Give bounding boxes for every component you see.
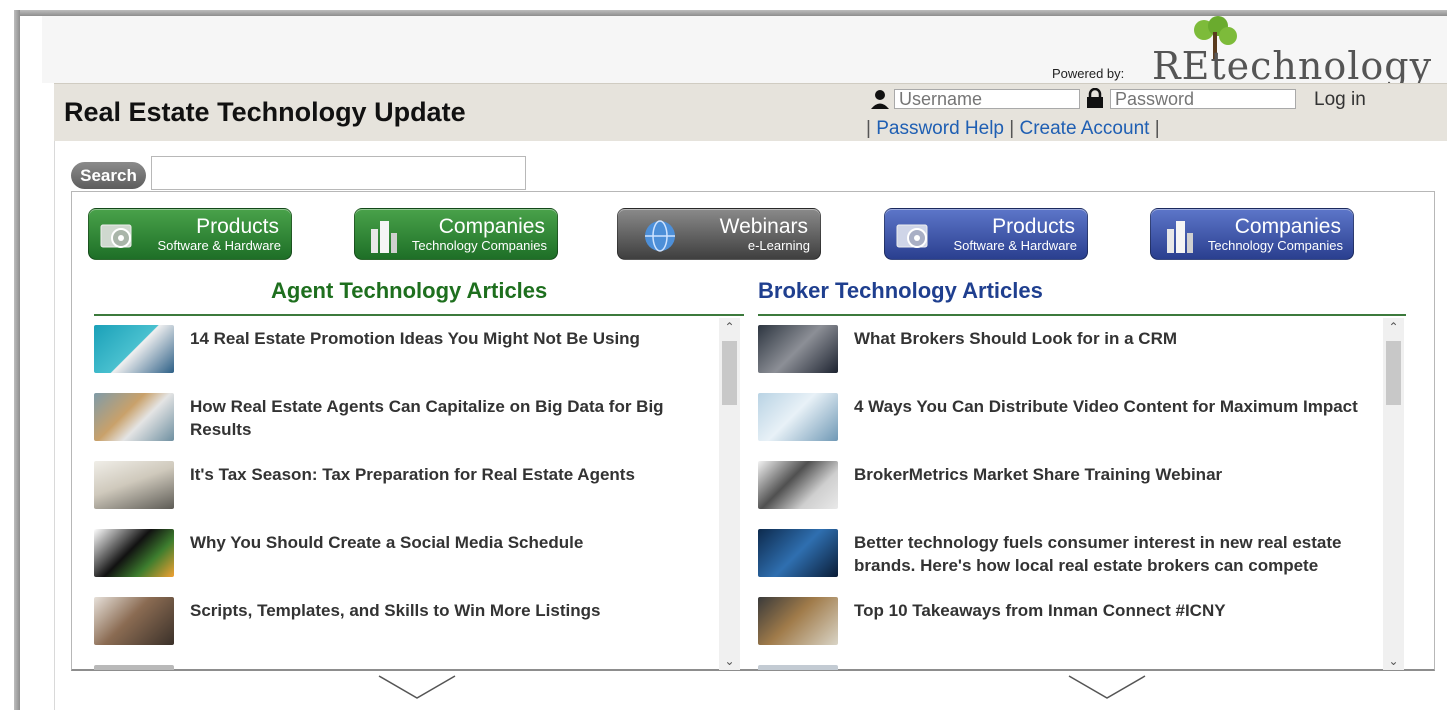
- article-title[interactable]: It's Tax Season: Tax Preparation for Rea…: [190, 463, 710, 486]
- list-item[interactable]: Better technology fuels consumer interes…: [758, 522, 1378, 582]
- scroll-down-icon[interactable]: ⌄: [1383, 652, 1404, 670]
- article-title[interactable]: 14 Real Estate Promotion Ideas You Might…: [190, 327, 710, 350]
- nav-button-subtitle: Software & Hardware: [157, 238, 281, 253]
- broker-articles-heading: Broker Technology Articles: [758, 278, 1043, 303]
- list-item[interactable]: [758, 658, 1378, 670]
- products-button-broker[interactable]: Products Software & Hardware: [884, 208, 1088, 260]
- article-title[interactable]: Better technology fuels consumer interes…: [854, 531, 1374, 577]
- article-thumbnail[interactable]: [758, 461, 838, 509]
- username-field[interactable]: [894, 89, 1080, 109]
- link-separator: |: [866, 118, 871, 139]
- broker-list-scrollbar[interactable]: ⌃ ⌄: [1383, 318, 1404, 670]
- search-button[interactable]: Search: [71, 162, 146, 189]
- create-account-link[interactable]: Create Account: [1020, 118, 1150, 139]
- article-thumbnail[interactable]: [94, 597, 174, 645]
- article-title[interactable]: 4 Ways You Can Distribute Video Content …: [854, 395, 1374, 418]
- nav-button-subtitle: Technology Companies: [1207, 238, 1343, 253]
- webinars-button[interactable]: Webinars e-Learning: [617, 208, 821, 260]
- nav-button-title: Webinars: [719, 215, 808, 238]
- companies-button-broker[interactable]: Companies Technology Companies: [1150, 208, 1354, 260]
- nav-button-title: Companies: [438, 215, 545, 238]
- globe-icon: [645, 220, 675, 252]
- article-thumbnail[interactable]: [94, 461, 174, 509]
- password-help-link[interactable]: Password Help: [876, 118, 1004, 139]
- list-item[interactable]: 4 Ways You Can Distribute Video Content …: [758, 386, 1378, 446]
- list-item[interactable]: How Real Estate Agents Can Capitalize on…: [94, 386, 714, 446]
- list-item[interactable]: [94, 658, 714, 670]
- nav-button-subtitle: Technology Companies: [411, 238, 547, 253]
- retechnology-logo[interactable]: REtechnology: [1152, 44, 1432, 88]
- list-item[interactable]: BrokerMetrics Market Share Training Webi…: [758, 454, 1378, 514]
- nav-button-title: Products: [992, 215, 1075, 238]
- gear-icon: [896, 224, 928, 248]
- search-input[interactable]: [151, 156, 526, 190]
- article-thumbnail[interactable]: [94, 393, 174, 441]
- article-title[interactable]: Why You Should Create a Social Media Sch…: [190, 531, 710, 554]
- article-thumbnail[interactable]: [758, 597, 838, 645]
- nav-button-title: Products: [196, 215, 279, 238]
- link-separator: |: [1009, 118, 1015, 139]
- scroll-up-icon[interactable]: ⌃: [719, 318, 740, 336]
- article-title[interactable]: Top 10 Takeaways from Inman Connect #ICN…: [854, 599, 1374, 622]
- article-thumbnail[interactable]: [94, 529, 174, 577]
- window-frame-left: [14, 10, 20, 710]
- lock-icon: [1087, 88, 1103, 108]
- broker-heading-divider: [758, 314, 1406, 316]
- nav-button-title: Companies: [1234, 215, 1341, 238]
- user-icon: [871, 90, 889, 109]
- nav-button-subtitle: e-Learning: [747, 238, 810, 253]
- products-button-agent[interactable]: Products Software & Hardware: [88, 208, 292, 260]
- broker-article-list: What Brokers Should Look for in a CRM 4 …: [758, 318, 1380, 670]
- article-title[interactable]: How Real Estate Agents Can Capitalize on…: [190, 395, 710, 441]
- expand-chevron-icon[interactable]: [1067, 674, 1147, 700]
- link-separator: |: [1154, 118, 1160, 139]
- page-title: Real Estate Technology Update: [64, 97, 466, 127]
- companies-button-agent[interactable]: Companies Technology Companies: [354, 208, 558, 260]
- scrollbar-thumb[interactable]: [1386, 341, 1401, 405]
- account-links: | Password Help | Create Account |: [866, 118, 1160, 140]
- list-item[interactable]: What Brokers Should Look for in a CRM: [758, 318, 1378, 378]
- powered-by-label: Powered by:: [1052, 66, 1125, 81]
- article-thumbnail[interactable]: [758, 393, 838, 441]
- article-thumbnail[interactable]: [94, 325, 174, 373]
- article-thumbnail[interactable]: [758, 665, 838, 670]
- nav-button-subtitle: Software & Hardware: [953, 238, 1077, 253]
- article-title[interactable]: Scripts, Templates, and Skills to Win Mo…: [190, 599, 710, 622]
- list-item[interactable]: 14 Real Estate Promotion Ideas You Might…: [94, 318, 714, 378]
- article-title[interactable]: BrokerMetrics Market Share Training Webi…: [854, 463, 1374, 486]
- list-item[interactable]: Top 10 Takeaways from Inman Connect #ICN…: [758, 590, 1378, 650]
- building-icon: [1167, 221, 1193, 253]
- article-thumbnail[interactable]: [94, 665, 174, 670]
- scrollbar-thumb[interactable]: [722, 341, 737, 405]
- expand-chevron-icon[interactable]: [377, 674, 457, 700]
- password-field[interactable]: [1110, 89, 1296, 109]
- agent-articles-heading: Agent Technology Articles: [271, 278, 548, 303]
- left-margin: [42, 83, 54, 710]
- agent-article-list: 14 Real Estate Promotion Ideas You Might…: [94, 318, 716, 670]
- gear-icon: [100, 224, 132, 248]
- article-thumbnail[interactable]: [758, 529, 838, 577]
- list-item[interactable]: It's Tax Season: Tax Preparation for Rea…: [94, 454, 714, 514]
- login-button[interactable]: Log in: [1314, 89, 1366, 111]
- building-icon: [371, 221, 397, 253]
- agent-heading-divider: [94, 314, 744, 316]
- article-title[interactable]: What Brokers Should Look for in a CRM: [854, 327, 1374, 350]
- scroll-down-icon[interactable]: ⌄: [719, 652, 740, 670]
- list-item[interactable]: Scripts, Templates, and Skills to Win Mo…: [94, 590, 714, 650]
- article-thumbnail[interactable]: [758, 325, 838, 373]
- agent-list-scrollbar[interactable]: ⌃ ⌄: [719, 318, 740, 670]
- scroll-up-icon[interactable]: ⌃: [1383, 318, 1404, 336]
- list-item[interactable]: Why You Should Create a Social Media Sch…: [94, 522, 714, 582]
